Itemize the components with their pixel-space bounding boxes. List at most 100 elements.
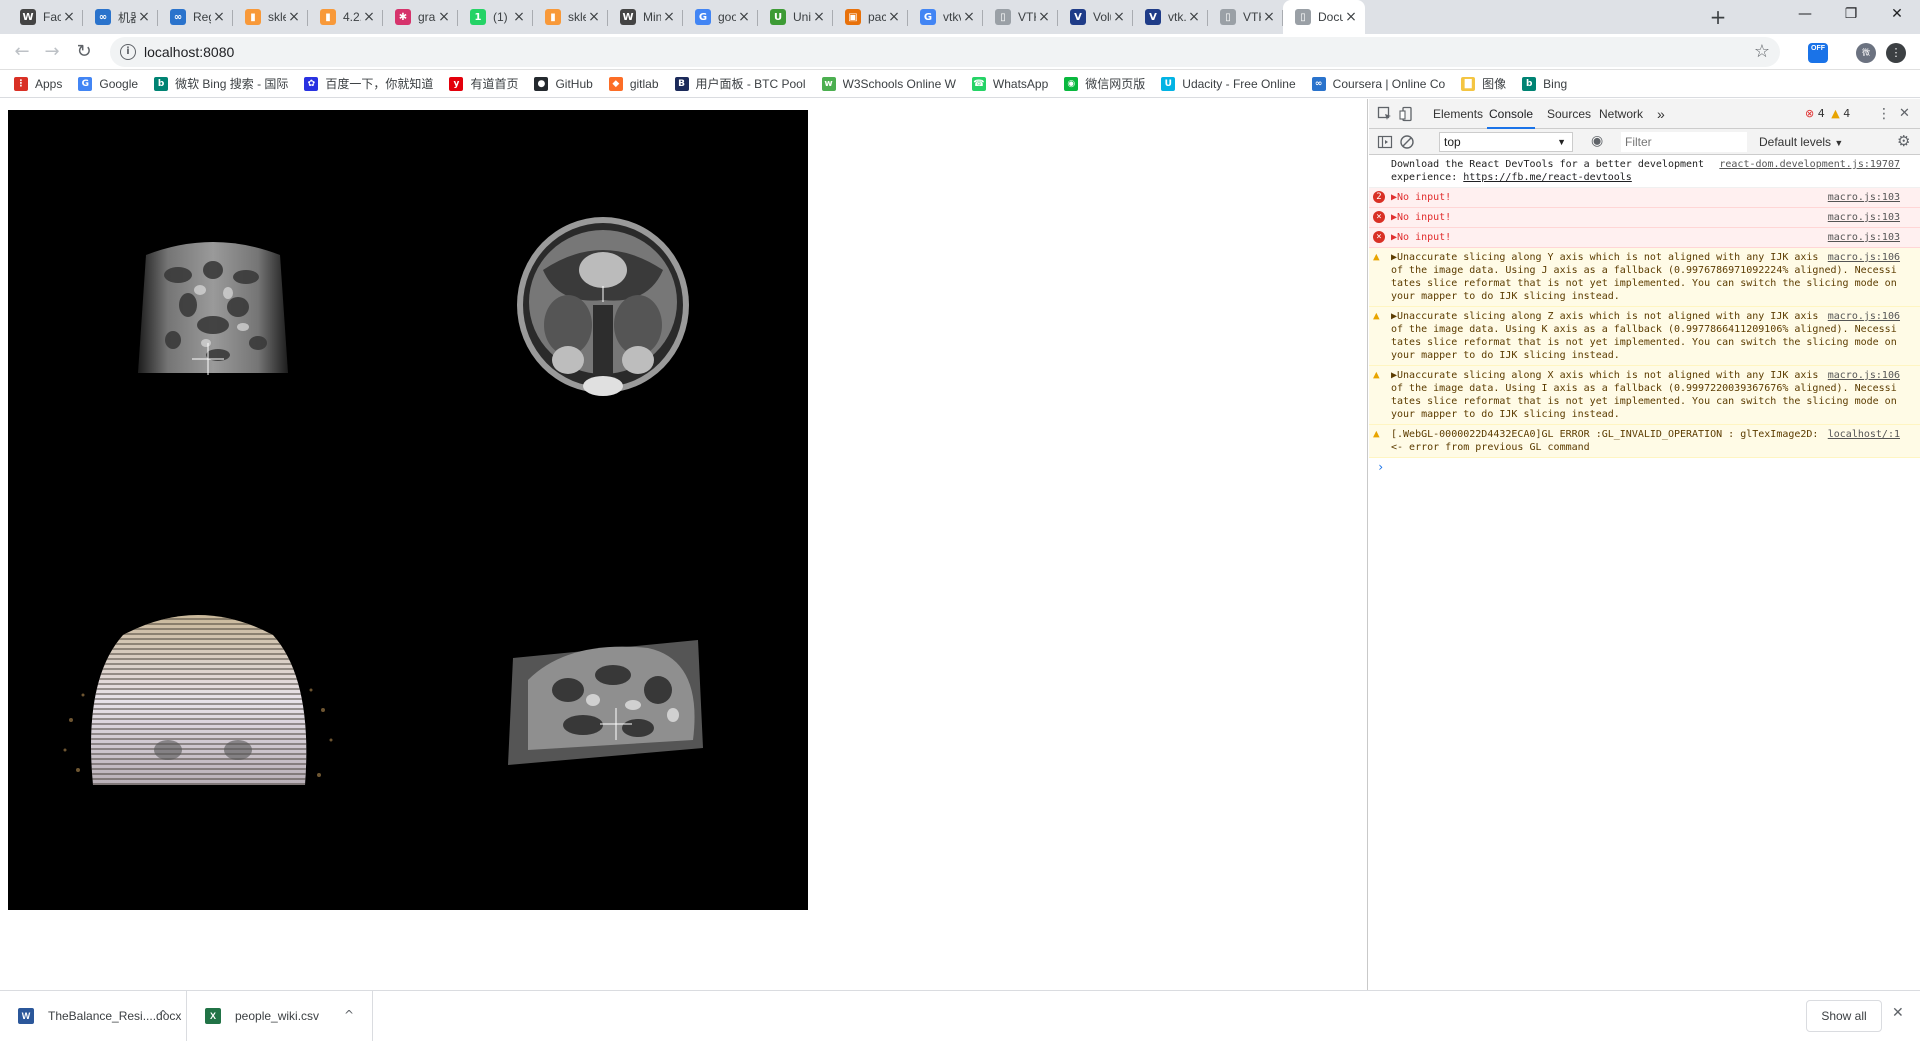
browser-tab[interactable]: ▯ VTK/Examples× (983, 0, 1058, 34)
message-source-link[interactable]: macro.js:103 (1828, 191, 1900, 204)
devtools-tab-network[interactable]: Network (1599, 99, 1643, 129)
close-tab-icon[interactable]: × (1111, 9, 1127, 25)
bookmark-item[interactable]: b 微软 Bing 搜索 - 国际 (154, 75, 288, 92)
bookmark-item[interactable]: ● GitHub (534, 76, 593, 91)
devtools-more-tabs-button[interactable]: » (1657, 99, 1665, 129)
bookmark-item[interactable]: ▇ 图像 (1461, 75, 1506, 92)
message-link[interactable]: https://fb.me/react-devtools (1463, 172, 1632, 183)
forward-button[interactable]: → (38, 38, 66, 66)
download-item[interactable]: Xpeople_wiki.csv ^ (187, 991, 373, 1041)
bookmark-star-icon[interactable]: ☆ (1754, 41, 1770, 62)
console-message-warn[interactable]: ▲ macro.js:106 ▶Unaccurate slicing along X… (1369, 366, 1920, 425)
bookmark-item[interactable]: G Google (78, 76, 138, 91)
browser-tab[interactable]: Ggoogle× (683, 0, 758, 34)
bookmark-item[interactable]: ◉ 微信网页版 (1064, 75, 1145, 92)
console-filter-input[interactable] (1621, 132, 1747, 152)
bookmark-item[interactable]: ◆ gitlab (608, 76, 659, 91)
coronal-slice-view[interactable] (118, 235, 308, 385)
close-tab-icon[interactable]: × (511, 9, 527, 25)
browser-tab[interactable]: ▮ 4.2. Feature× (308, 0, 383, 34)
console-settings-gear-icon[interactable]: ⚙ (1897, 132, 1910, 150)
browser-tab[interactable]: U Unified× (758, 0, 833, 34)
devtools-close-icon[interactable]: ✕ (1899, 99, 1910, 129)
devtools-tab-elements[interactable]: Elements (1433, 99, 1483, 129)
message-source-link[interactable]: macro.js:106 (1828, 369, 1900, 382)
sagittal-slice-view[interactable] (498, 630, 708, 770)
close-tab-icon[interactable]: × (961, 9, 977, 25)
message-source-link[interactable]: macro.js:103 (1828, 211, 1900, 224)
browser-tab[interactable]: ∞ Regularization× (158, 0, 233, 34)
browser-tab[interactable]: ▣ package× (833, 0, 908, 34)
console-message-warn[interactable]: ▲ macro.js:106 ▶Unaccurate slicing along Y… (1369, 248, 1920, 307)
browser-tab[interactable]: ✱ graphviz× (383, 0, 458, 34)
console-message-error[interactable]: 2 macro.js:103 ▶No input! (1369, 188, 1920, 208)
close-tab-icon[interactable]: × (586, 9, 602, 25)
url-text[interactable]: localhost:8080 (144, 37, 234, 67)
chevron-up-icon[interactable]: ^ (158, 1008, 168, 1022)
close-tab-icon[interactable]: × (736, 9, 752, 25)
new-tab-button[interactable]: + (1706, 6, 1730, 30)
browser-tab[interactable]: ▯ VTK: vtk× (1208, 0, 1283, 34)
close-tab-icon[interactable]: × (136, 9, 152, 25)
bookmark-item[interactable]: ⋮ Apps (14, 76, 62, 91)
back-button[interactable]: ← (8, 38, 36, 66)
close-tab-icon[interactable]: × (61, 9, 77, 25)
close-window-button[interactable]: ✕ (1874, 0, 1920, 30)
bookmark-item[interactable]: ∞ Coursera | Online Co (1311, 76, 1445, 91)
axial-slice-view[interactable] (508, 210, 698, 420)
browser-tab[interactable]: Gvtkvolume× (908, 0, 983, 34)
vtk-render-canvas[interactable] (8, 110, 808, 910)
close-tab-icon[interactable]: × (436, 9, 452, 25)
volume-render-view[interactable] (53, 600, 343, 790)
message-source-link[interactable]: macro.js:106 (1828, 310, 1900, 323)
browser-tab[interactable]: W Minkowski× (608, 0, 683, 34)
close-tab-icon[interactable]: × (811, 9, 827, 25)
bookmark-item[interactable]: b Bing (1522, 76, 1567, 91)
close-tab-icon[interactable]: × (886, 9, 902, 25)
message-source-link[interactable]: react-dom.development.js:19707 (1719, 158, 1900, 171)
browser-tab[interactable]: V Volume× (1058, 0, 1133, 34)
devtools-menu-icon[interactable]: ⋮ (1877, 99, 1891, 129)
browser-tab[interactable]: 1 (1) WhatsApp× (458, 0, 533, 34)
devtools-tab-console[interactable]: Console (1487, 99, 1536, 129)
bookmark-item[interactable]: y 有道首页 (449, 75, 518, 92)
close-tab-icon[interactable]: × (1343, 9, 1359, 25)
close-tab-icon[interactable]: × (1261, 9, 1277, 25)
console-prompt[interactable]: › (1369, 458, 1920, 474)
log-levels-dropdown[interactable]: Default levels ▼ (1759, 129, 1843, 155)
inspect-element-icon[interactable] (1377, 106, 1393, 122)
console-message-error[interactable]: × macro.js:103 ▶No input! (1369, 228, 1920, 248)
console-message-warn[interactable]: ▲ localhost/:1 [.WebGL-0000022D4432ECA0]GL… (1369, 425, 1920, 458)
devtools-tab-sources[interactable]: Sources (1547, 99, 1591, 129)
bookmark-item[interactable]: U Udacity - Free Online (1161, 76, 1296, 91)
address-bar[interactable]: i localhost:8080 ☆ (110, 37, 1780, 67)
browser-tab[interactable]: ▯ Document× (1283, 0, 1365, 34)
bookmark-item[interactable]: ☎ WhatsApp (971, 76, 1048, 91)
reload-button[interactable]: ↻ (70, 38, 98, 66)
message-source-link[interactable]: localhost/:1 (1828, 428, 1900, 441)
site-info-icon[interactable]: i (120, 44, 136, 60)
device-toolbar-icon[interactable] (1399, 106, 1415, 122)
minimize-button[interactable]: — (1782, 0, 1828, 30)
bookmark-item[interactable]: w W3Schools Online W (821, 76, 956, 91)
chevron-up-icon[interactable]: ^ (344, 1008, 354, 1022)
message-source-link[interactable]: macro.js:106 (1828, 251, 1900, 264)
browser-tab[interactable]: Vvtk.js× (1133, 0, 1208, 34)
browser-tab[interactable]: ▮ sklearn× (233, 0, 308, 34)
bookmark-item[interactable]: ✿ 百度一下，你就知道 (304, 75, 433, 92)
browser-tab[interactable]: ▮ sklearn× (533, 0, 608, 34)
console-message-warn[interactable]: ▲ macro.js:106 ▶Unaccurate slicing along Z… (1369, 307, 1920, 366)
message-source-link[interactable]: macro.js:103 (1828, 231, 1900, 244)
download-item[interactable]: W TheBalance_Resi....docx ^ (0, 991, 187, 1041)
close-tab-icon[interactable]: × (661, 9, 677, 25)
close-tab-icon[interactable]: × (286, 9, 302, 25)
show-all-downloads-button[interactable]: Show all (1806, 1000, 1882, 1032)
extension-icon[interactable]: OFF (1808, 43, 1828, 63)
close-tab-icon[interactable]: × (211, 9, 227, 25)
live-expression-eye-icon[interactable]: ◉ (1591, 133, 1603, 149)
clear-console-icon[interactable] (1399, 134, 1415, 150)
browser-tab[interactable]: W Facade× (8, 0, 83, 34)
browser-tab[interactable]: ∞ 机器学习× (83, 0, 158, 34)
close-downloads-bar-icon[interactable]: ✕ (1892, 1005, 1904, 1021)
console-message-error[interactable]: × macro.js:103 ▶No input! (1369, 208, 1920, 228)
